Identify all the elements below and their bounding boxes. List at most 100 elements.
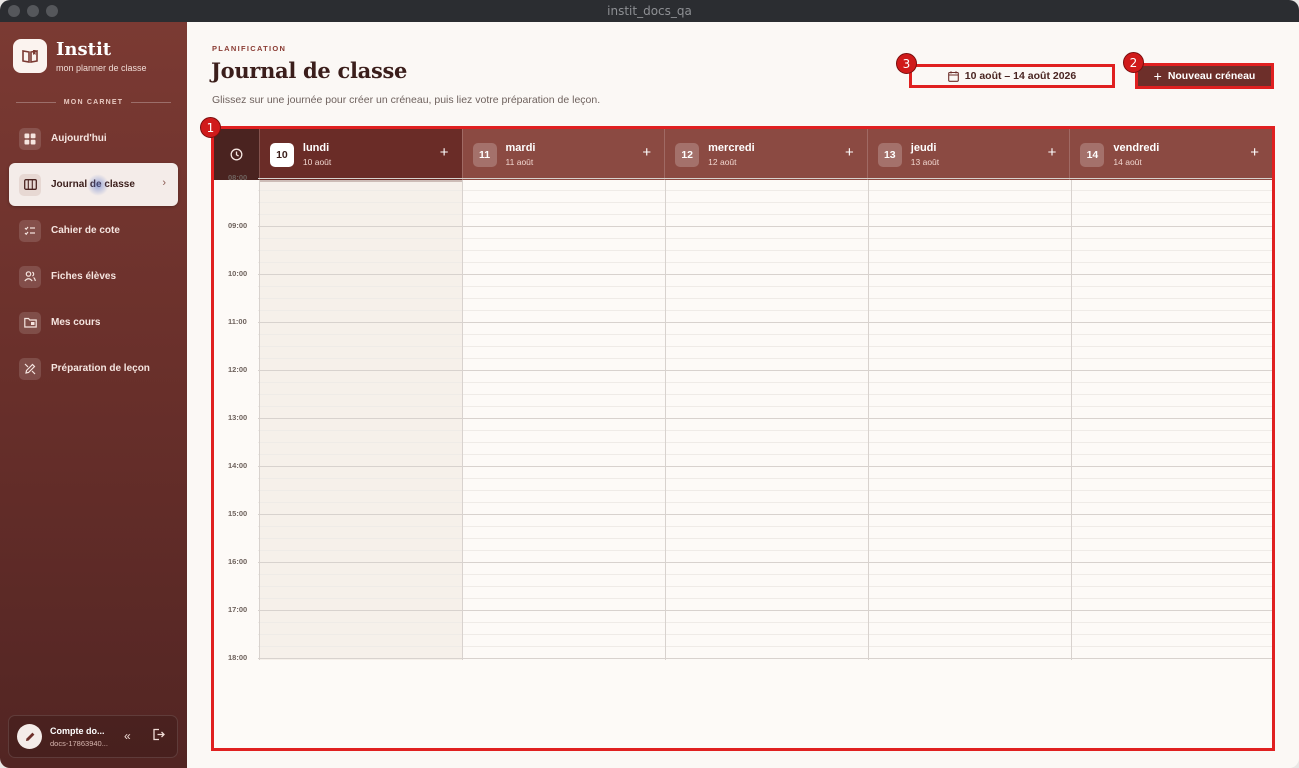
day-column-divider [665,180,666,660]
today-column[interactable] [259,180,462,660]
day-column-divider [868,180,869,660]
day-header-mardi: 11 mardi 11 août + [461,129,665,180]
hour-gridline [258,514,1272,515]
day-header-mercredi: 12 mercredi 12 août + [664,129,867,180]
quarter-gridline [258,382,1272,383]
quarter-gridline [258,622,1272,623]
day-date: 13 août [910,157,940,167]
book-icon [13,39,47,73]
day-header-vendredi: 14 vendredi 14 août + [1069,129,1272,180]
day-date: 14 août [1113,157,1142,167]
day-name: jeudi [910,142,937,154]
hour-label: 10:00 [228,269,248,278]
annotation-badge-3: 3 [896,53,917,74]
date-range-picker[interactable]: 10 août – 14 août 2026 [909,64,1115,88]
add-slot-button[interactable]: + [845,144,854,161]
brand: Instit mon planner de classe [13,39,147,73]
quarter-gridline [258,430,1272,431]
annotation-badge-1: 1 [200,117,221,138]
minimize-window-button[interactable] [27,5,39,17]
day-name: mardi [505,142,536,154]
cursor-icon [87,174,109,196]
add-slot-button[interactable]: + [642,144,651,161]
account-panel[interactable]: Compte do... docs-17863940... « [8,715,178,758]
quarter-gridline [258,286,1272,287]
sidebar-item-fiches-eleves[interactable]: Fiches élèves [9,255,178,298]
day-number: 12 [675,142,700,167]
sidebar: Instit mon planner de classe MON CARNET … [0,22,187,768]
sidebar-item-aujourdhui[interactable]: Aujourd'hui [9,117,178,160]
hour-label: 09:00 [228,221,248,230]
quarter-gridline [258,262,1272,263]
day-number: 13 [877,142,902,167]
quarter-gridline [258,478,1272,479]
quarter-gridline [258,574,1272,575]
quarter-gridline [258,646,1272,647]
hour-label: 11:00 [228,317,247,326]
calendar-grid[interactable]: 08:00 09:00 10:00 11:00 12:00 13:00 14:00 15:00… [214,173,1272,748]
quarter-gridline [258,238,1272,239]
hour-gridline [258,562,1272,563]
folder-icon [19,311,41,334]
day-header-jeudi: 13 jeudi 13 août + [866,129,1070,180]
hour-label: 15:00 [228,509,248,518]
quarter-gridline [258,202,1272,203]
hour-label: 16:00 [228,557,248,566]
day-column-divider [259,180,260,660]
hour-gridline [258,178,1272,179]
brand-tagline: mon planner de classe [56,62,147,73]
hour-label: 13:00 [228,413,248,422]
sidebar-item-label: Cahier de cote [51,225,120,236]
sidebar-item-cahier-de-cote[interactable]: Cahier de cote [9,209,178,252]
day-name: vendredi [1113,142,1160,154]
sidebar-item-label: Fiches élèves [51,271,117,282]
new-slot-label: Nouveau créneau [1167,70,1256,82]
pencil-ruler-icon [19,357,41,380]
add-slot-button[interactable]: + [1250,144,1259,161]
add-slot-button[interactable]: + [440,144,449,161]
day-number: 10 [269,142,294,167]
hour-gridline [258,466,1272,467]
section-label: MON CARNET [16,99,171,106]
title-bar: instit_docs_qa [0,0,1299,22]
sidebar-item-label: Mes cours [51,317,101,328]
grid-icon [19,127,41,150]
day-name: mercredi [708,142,755,154]
collapse-sidebar-icon[interactable]: « [124,729,131,743]
quarter-gridline [258,310,1272,311]
day-column-divider [1071,180,1072,660]
quarter-gridline [258,214,1272,215]
day-column-divider [462,180,463,660]
hour-label: 12:00 [228,365,248,374]
close-window-button[interactable] [8,5,20,17]
quarter-gridline [258,442,1272,443]
week-calendar[interactable]: 10 lundi 10 août + 11 mardi 11 août + 12 m… [211,126,1275,751]
add-slot-button[interactable]: + [1048,144,1057,161]
brand-name: Instit [56,38,112,60]
zoom-window-button[interactable] [46,5,58,17]
calendar-header: 10 lundi 10 août + 11 mardi 11 août + 12 m… [214,129,1272,180]
calendar-list-icon [19,173,41,196]
app-window: instit_docs_qa Instit mon planner de cla… [0,0,1299,768]
quarter-gridline [258,490,1272,491]
quarter-gridline [258,394,1272,395]
sidebar-item-preparation-de-lecon[interactable]: Préparation de leçon [9,347,178,390]
sidebar-item-journal-de-classe[interactable]: Journal de classe › [9,163,178,206]
quarter-gridline [258,598,1272,599]
quarter-gridline [258,634,1272,635]
page-title: Journal de classe [211,58,408,83]
hour-label: 17:00 [228,605,248,614]
quarter-gridline [258,406,1272,407]
quarter-gridline [258,538,1272,539]
page-eyebrow: PLANIFICATION [212,44,287,53]
account-id: docs-17863940... [50,738,108,748]
quarter-gridline [258,334,1272,335]
sidebar-item-mes-cours[interactable]: Mes cours [9,301,178,344]
account-name: Compte do... [50,725,105,736]
new-slot-button[interactable]: + Nouveau créneau [1135,63,1274,89]
window-title: instit_docs_qa [607,4,692,18]
plus-icon: + [1153,68,1162,84]
window-controls [8,5,58,17]
logout-icon[interactable] [152,728,165,744]
hour-label: 18:00 [228,653,248,662]
